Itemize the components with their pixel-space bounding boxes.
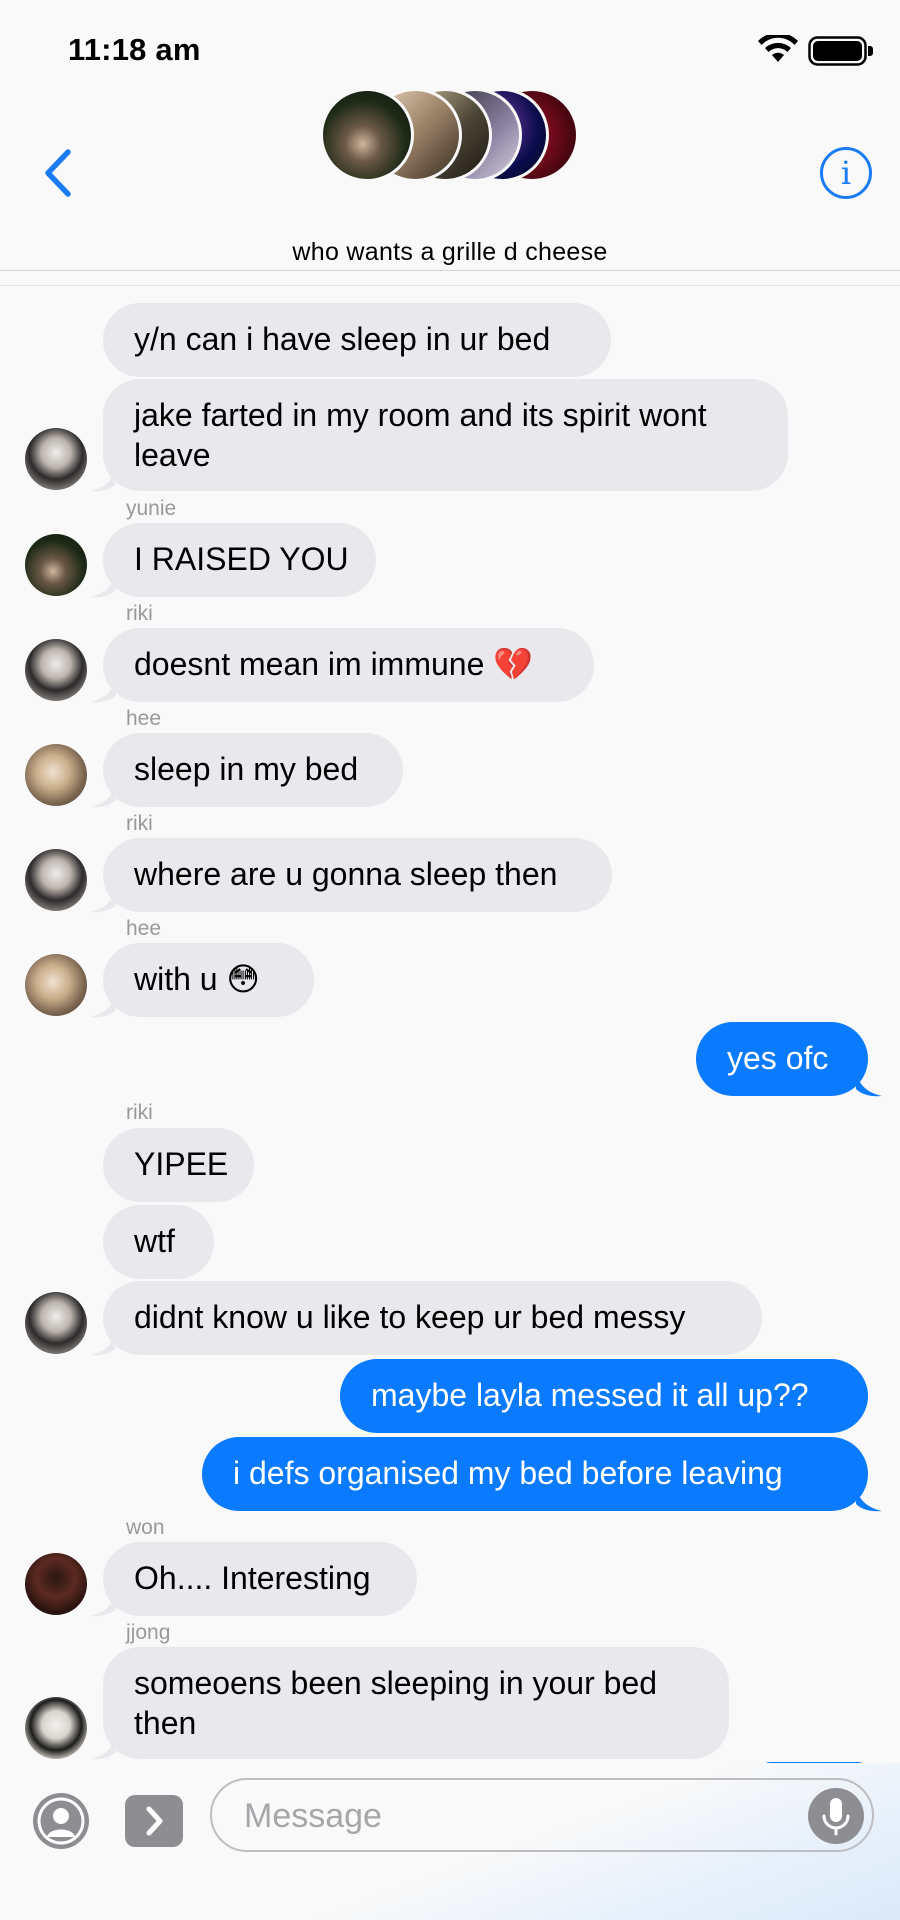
bubble-tail-sent: [856, 1071, 882, 1097]
message-bubble[interactable]: wtf: [103, 1205, 214, 1279]
mic-button[interactable]: [808, 1788, 864, 1844]
back-button[interactable]: [38, 146, 78, 200]
person-icon: [37, 1797, 85, 1845]
chevron-right-icon: [146, 1806, 163, 1836]
message-bubble-sent[interactable]: i defs organised my bed before leaving: [202, 1437, 868, 1511]
message-bubble[interactable]: sleep in my bed: [103, 733, 403, 807]
message-bubble-sent[interactable]: maybe layla messed it all up??: [340, 1359, 868, 1433]
sender-name: hee: [126, 707, 162, 730]
bubble-tail: [90, 572, 116, 598]
status-time: 11:18 am: [68, 32, 201, 67]
message-bubble[interactable]: someoens been sleeping in your bed then: [103, 1647, 729, 1759]
message-bubble[interactable]: jake farted in my room and its spirit wo…: [103, 379, 788, 491]
header-divider: [0, 270, 900, 271]
message-bubble[interactable]: didnt know u like to keep ur bed messy: [103, 1281, 762, 1355]
group-avatar: [320, 88, 414, 182]
group-title[interactable]: who wants a grille d cheese: [0, 238, 900, 267]
message-field[interactable]: [210, 1778, 874, 1852]
avatar[interactable]: [25, 428, 87, 490]
bubble-tail: [90, 1330, 116, 1356]
avatar[interactable]: [25, 1697, 87, 1759]
bubble-tail: [90, 466, 116, 492]
wifi-icon: [758, 35, 798, 62]
sender-name: riki: [126, 1101, 153, 1124]
avatar[interactable]: [25, 744, 87, 806]
avatar[interactable]: [25, 849, 87, 911]
contact-button[interactable]: [33, 1793, 89, 1849]
message-bubble[interactable]: Oh.... Interesting: [103, 1542, 417, 1616]
avatar[interactable]: [25, 954, 87, 1016]
avatar[interactable]: [25, 1292, 87, 1354]
message-bubble[interactable]: YIPEE: [103, 1128, 254, 1202]
bubble-tail: [90, 1734, 116, 1760]
message-input[interactable]: [242, 1794, 786, 1838]
message-bubble[interactable]: where are u gonna sleep then: [103, 838, 612, 912]
message-bubble-sent[interactable]: yes ofc: [696, 1022, 868, 1096]
header-divider: [0, 285, 900, 286]
info-button[interactable]: i: [820, 147, 872, 199]
bubble-tail: [90, 677, 116, 703]
sender-name: riki: [126, 602, 153, 625]
message-bubble[interactable]: I RAISED YOU: [103, 523, 376, 597]
avatar[interactable]: [25, 639, 87, 701]
bubble-tail: [90, 887, 116, 913]
message-bubble[interactable]: y/n can i have sleep in ur bed: [103, 303, 611, 377]
bubble-tail: [90, 992, 116, 1018]
bubble-tail-sent: [856, 1486, 882, 1512]
sender-name: won: [126, 1516, 165, 1539]
sender-name: jjong: [126, 1621, 171, 1644]
apps-button[interactable]: [125, 1795, 183, 1847]
message-bubble[interactable]: with u 😳: [103, 943, 314, 1017]
avatar[interactable]: [25, 1553, 87, 1615]
sender-name: yunie: [126, 497, 177, 520]
sender-name: riki: [126, 812, 153, 835]
bubble-tail: [90, 782, 116, 808]
microphone-icon: [822, 1798, 850, 1836]
avatar[interactable]: [25, 534, 87, 596]
battery-icon: [808, 36, 873, 66]
bubble-tail: [90, 1591, 116, 1617]
message-bubble[interactable]: doesnt mean im immune 💔: [103, 628, 594, 702]
sender-name: hee: [126, 917, 162, 940]
